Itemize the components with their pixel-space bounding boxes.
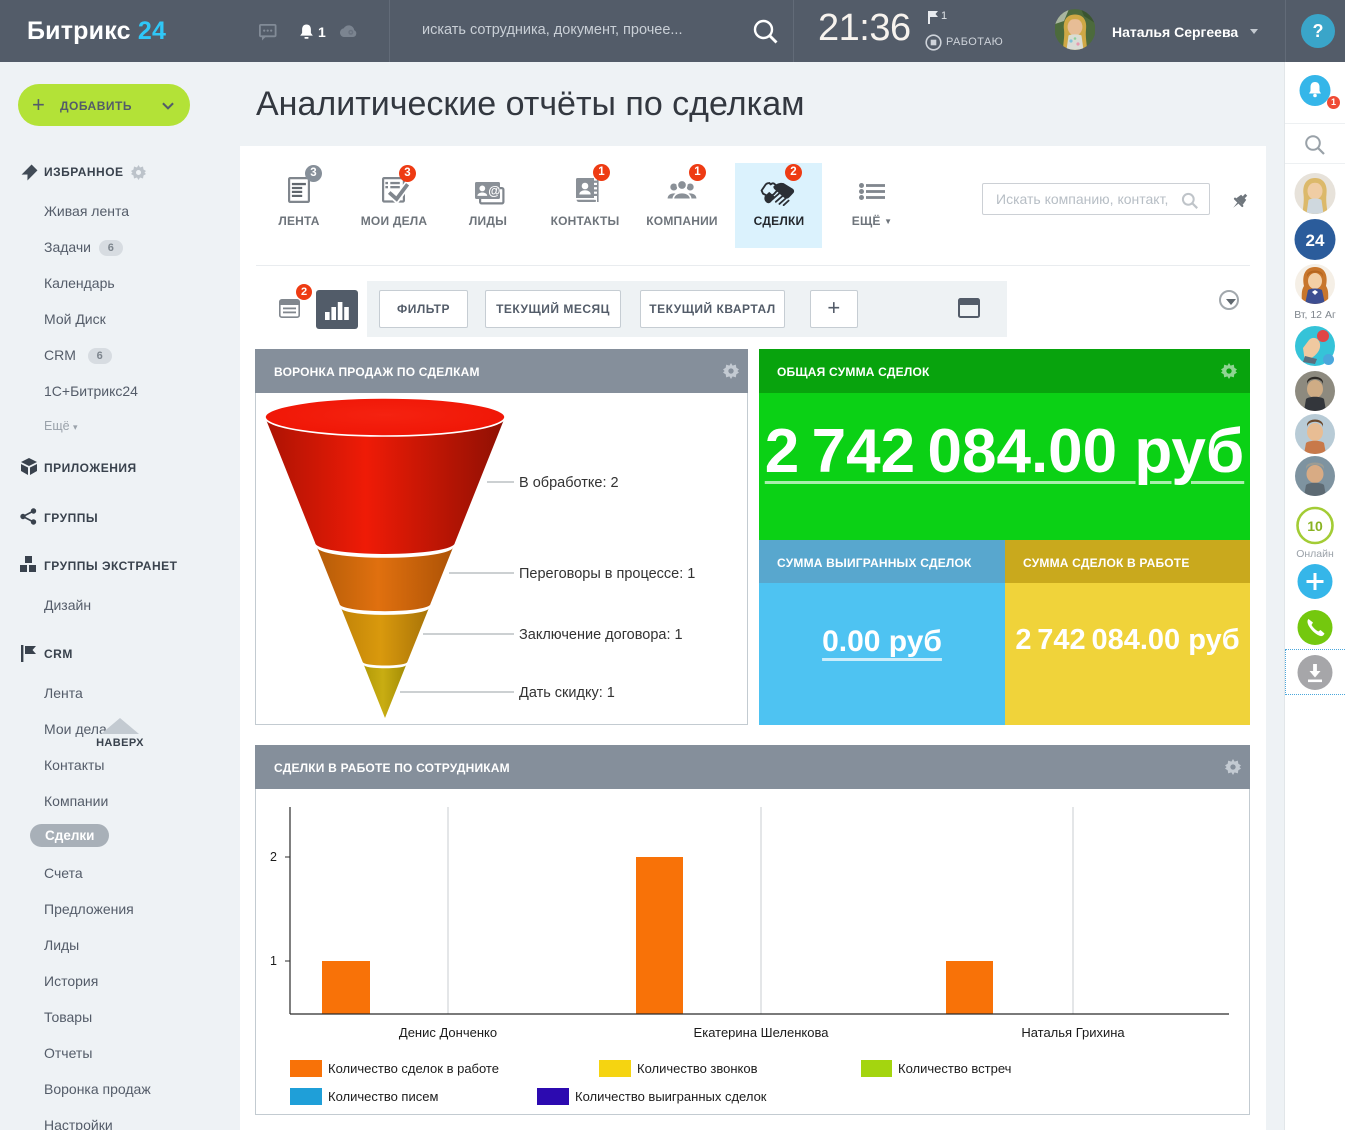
svg-text:Переговоры в процессе: 1: Переговоры в процессе: 1 [519,566,695,582]
svg-text:24: 24 [1306,231,1325,250]
svg-text:Денис Донченко: Денис Донченко [399,1025,497,1040]
svg-text:@: @ [488,184,500,198]
svg-text:В обработке: 2: В обработке: 2 [519,475,619,491]
svg-text:2: 2 [270,850,277,864]
svg-text:Количество встреч: Количество встреч [898,1061,1011,1076]
svg-text:Наталья Грихина: Наталья Грихина [1021,1025,1125,1040]
svg-text:Дать скидку: 1: Дать скидку: 1 [519,685,615,701]
svg-text:Количество выигранных сделок: Количество выигранных сделок [575,1089,767,1104]
svg-text:Количество сделок в работе: Количество сделок в работе [328,1061,499,1076]
svg-text:1: 1 [270,954,277,968]
svg-text:Екатерина Шеленкова: Екатерина Шеленкова [694,1025,830,1040]
svg-text:Заключение договора: 1: Заключение договора: 1 [519,627,683,643]
svg-text:10: 10 [1307,518,1323,534]
svg-text:Количество звонков: Количество звонков [637,1061,758,1076]
svg-text:Количество писем: Количество писем [328,1089,438,1104]
